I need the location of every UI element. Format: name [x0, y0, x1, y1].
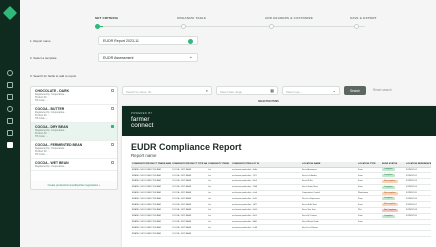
chart-icon[interactable] [7, 82, 13, 88]
report-name: Report name [131, 153, 157, 158]
report-icon[interactable] [7, 142, 13, 148]
users-icon[interactable] [7, 70, 13, 76]
template-select[interactable]: EUDR Assessment ⌄ [98, 53, 198, 62]
sidebar [0, 0, 20, 247]
product-meta: HS Code: ... [35, 153, 49, 156]
template-value: EUDR Assessment [103, 56, 134, 60]
table-cell [301, 230, 357, 238]
step-2[interactable]: ORGANIZE TABLE [177, 16, 207, 29]
brand-logo: farmer connect [131, 116, 154, 129]
table-cell: COCOA - DRY BEAN [171, 230, 207, 238]
status-badge: Compliant [382, 168, 395, 172]
status-badge: Not compliant [382, 191, 398, 195]
selected-items-heading: SELECTED ITEMS [258, 100, 279, 103]
brand-small: POWERED BY [131, 112, 153, 115]
product-meta: HS Code: ... [35, 99, 49, 102]
checkbox[interactable] [111, 161, 114, 164]
step-dot [354, 24, 359, 29]
layers-icon[interactable] [7, 118, 13, 124]
report-preview: POWERED BY farmer connect EUDR Complianc… [122, 106, 436, 247]
search-button[interactable]: Search [344, 86, 366, 95]
table-row: BRAND CHOCOLATE TEN BAR COCOA - DRY BEAN [131, 230, 431, 238]
type-placeholder: Select type... [286, 89, 303, 94]
step-label: ADD HEADERS & CUSTOMIZE [265, 16, 314, 20]
step-dot [269, 24, 274, 29]
search-input[interactable]: Search by name, ID... ⌕ [122, 86, 212, 95]
product-meta: Registered by: Cooperativa... [35, 165, 66, 168]
date-placeholder: Select date range [220, 89, 242, 94]
product-meta: HS Code: ... [35, 135, 49, 138]
step-label: SAVE & EXPORT [350, 16, 377, 20]
product-list[interactable]: CHOCOLATE - DARK Registered by: Cooperati… [30, 86, 118, 190]
table-cell [207, 230, 231, 238]
type-select[interactable]: Select type... ⌄ [282, 86, 340, 95]
brand-line-2: connect [131, 122, 154, 129]
table-cell [231, 230, 301, 238]
table-cell [405, 230, 431, 238]
report-name-value: EUDR Report 2023-11 [103, 39, 139, 43]
status-badge: Compliant [382, 214, 395, 218]
stepper: SET CRITERIA ORGANIZE TABLE ADD HEADERS & … [95, 16, 377, 30]
table-cell: BRAND CHOCOLATE TEN BAR [131, 230, 171, 238]
settings-icon[interactable] [7, 130, 13, 136]
step-1[interactable]: SET CRITERIA [95, 16, 119, 29]
status-badge: Compliant [382, 185, 395, 189]
chevron-down-icon: ⌄ [332, 88, 336, 93]
report-title: EUDR Compliance Report [131, 142, 242, 152]
step-3[interactable]: ADD HEADERS & CUSTOMIZE [265, 16, 314, 29]
search-placeholder: Search by name, ID... [126, 89, 154, 94]
leaf-icon[interactable] [7, 106, 13, 112]
step-label: ORGANIZE TABLE [177, 16, 207, 20]
report-table: COMMODITY/PRODUCT TRADE NAME COMMODITY/PR… [131, 162, 431, 238]
table-cell [381, 230, 405, 238]
checkbox[interactable] [111, 107, 114, 110]
product-meta: HS Code: ... [35, 117, 49, 120]
report-header: POWERED BY farmer connect [122, 106, 436, 136]
date-range-input[interactable]: Select date range ▦ [216, 86, 278, 95]
template-label: 2. Select a template [30, 56, 57, 60]
report-name-label: 1. Report name [30, 39, 51, 43]
list-item[interactable]: COCOA - FERMENTED BEAN Registered by: Coo… [31, 141, 117, 159]
checkbox[interactable] [111, 89, 114, 92]
status-badge: Not Compliant [382, 208, 398, 212]
status-badge: Not compliant [382, 203, 398, 207]
search-icon: ⌕ [205, 88, 208, 93]
list-item[interactable]: COCOA - BUTTER Registered by: Cooperativa… [31, 105, 117, 123]
stepper-track [95, 26, 365, 27]
list-item[interactable]: COCOA - DRY BEAN Registered by: Cooperati… [31, 123, 117, 141]
step-dot [95, 24, 100, 29]
calendar-icon: ▦ [270, 88, 274, 93]
fields-label: 3. Search for fields to add to report [30, 74, 77, 78]
document-icon[interactable] [7, 94, 13, 100]
report-name-input[interactable]: EUDR Report 2023-11 [98, 36, 198, 45]
table-cell [357, 230, 381, 238]
status-badge: Compliant [382, 197, 395, 201]
list-item[interactable]: COCOA - WET BEAN Registered by: Cooperati… [31, 159, 117, 171]
status-badge: Compliant [382, 174, 395, 178]
reset-search-link[interactable]: Reset search [373, 88, 392, 92]
step-4[interactable]: SAVE & EXPORT [350, 16, 377, 29]
checkbox[interactable] [111, 125, 114, 128]
logo-icon[interactable] [2, 5, 18, 21]
step-dot [181, 24, 186, 29]
status-badge: Not compliant [382, 179, 398, 183]
create-registration-link[interactable]: Create product/commodity/other registrat… [31, 181, 117, 189]
list-item[interactable]: CHOCOLATE - DARK Registered by: Cooperati… [31, 87, 117, 105]
table-body: BRAND CHOCOLATE TEN BAR COCOA - DRY BEAN L… [131, 167, 431, 238]
step-label: SET CRITERIA [95, 16, 119, 20]
check-icon [188, 38, 193, 44]
chevron-down-icon: ⌄ [188, 54, 193, 60]
checkbox[interactable] [111, 143, 114, 146]
